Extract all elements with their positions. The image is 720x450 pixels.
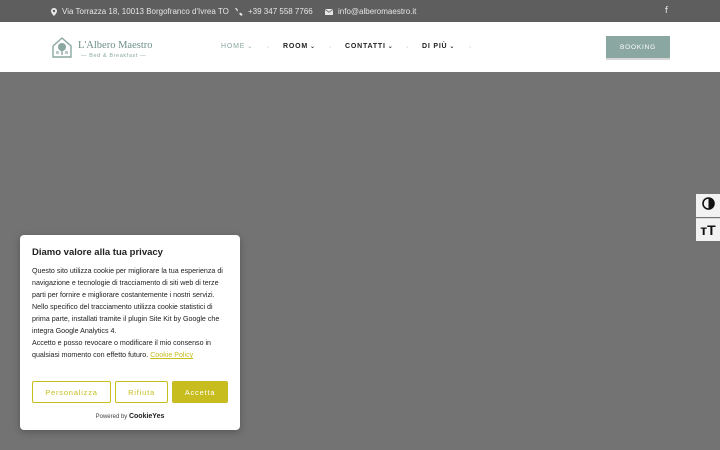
chevron-down-icon: ⌄ (309, 43, 316, 50)
contrast-icon (701, 196, 715, 215)
nav-item-home-label: HOME (221, 43, 246, 50)
address-text: Via Torrazza 18, 10013 Borgofranco d'Ivr… (62, 7, 229, 16)
email-info[interactable]: info@alberomaestro.it (325, 7, 416, 16)
chevron-down-icon: ⌄ (387, 43, 394, 50)
logo-title: L'Albero Maestro (78, 39, 153, 51)
chevron-down-icon: ⌄ (449, 43, 456, 50)
nav-item-home[interactable]: HOME ⌄ (221, 43, 253, 50)
envelope-icon (325, 8, 333, 15)
cookie-body: Questo sito utilizza cookie per migliora… (32, 265, 228, 361)
contrast-toggle-button[interactable] (696, 194, 720, 217)
site-header: L'Albero Maestro — Bed & Breakfast — HOM… (0, 22, 720, 72)
cookieyes-logo[interactable]: CookieYes (129, 413, 164, 420)
nav-separator: · (267, 44, 270, 51)
font-size-icon: ᴛT (700, 222, 716, 238)
nav-item-room-label: ROOM (283, 43, 308, 50)
cookie-title: Diamo valore alla tua privacy (32, 247, 163, 258)
powered-by-label: Powered by (95, 414, 128, 420)
logo-subtitle: — Bed & Breakfast — (81, 52, 147, 59)
address-info: Via Torrazza 18, 10013 Borgofranco d'Ivr… (51, 7, 229, 16)
powered-by: Powered by CookieYes (20, 413, 240, 420)
nav-item-room[interactable]: ROOM ⌄ (283, 43, 316, 50)
font-size-toggle-button[interactable]: ᴛT (696, 218, 720, 241)
cookie-actions: Personalizza Rifiuta Accetta (32, 381, 228, 403)
nav-item-contatti-label: CONTATTI (345, 43, 386, 50)
top-bar: Via Torrazza 18, 10013 Borgofranco d'Ivr… (0, 0, 720, 22)
customize-button[interactable]: Personalizza (32, 381, 111, 403)
nav-item-contatti[interactable]: CONTATTI ⌄ (345, 43, 394, 50)
nav-separator: · (469, 44, 472, 51)
cookie-policy-link[interactable]: Cookie Policy (150, 351, 193, 359)
nav-item-di-piu[interactable]: DI PIÙ ⌄ (422, 43, 455, 50)
site-logo[interactable]: L'Albero Maestro — Bed & Breakfast — (51, 36, 153, 63)
email-text[interactable]: info@alberomaestro.it (338, 7, 416, 16)
phone-icon (235, 7, 243, 16)
house-tree-icon (51, 36, 73, 63)
phone-info[interactable]: +39 347 558 7766 (235, 7, 313, 16)
nav-separator: · (406, 44, 409, 51)
booking-button[interactable]: BOOKING (606, 36, 670, 58)
map-pin-icon (51, 7, 57, 16)
nav-separator: · (329, 44, 332, 51)
facebook-icon[interactable]: f (665, 6, 668, 16)
cookie-body-text: Questo sito utilizza cookie per migliora… (32, 267, 223, 335)
accept-button[interactable]: Accetta (172, 381, 228, 403)
nav-item-di-piu-label: DI PIÙ (422, 43, 448, 50)
cookie-consent-banner: Diamo valore alla tua privacy Questo sit… (20, 235, 240, 430)
reject-button[interactable]: Rifiuta (115, 381, 168, 403)
phone-text[interactable]: +39 347 558 7766 (248, 7, 313, 16)
chevron-down-icon: ⌄ (247, 43, 254, 50)
